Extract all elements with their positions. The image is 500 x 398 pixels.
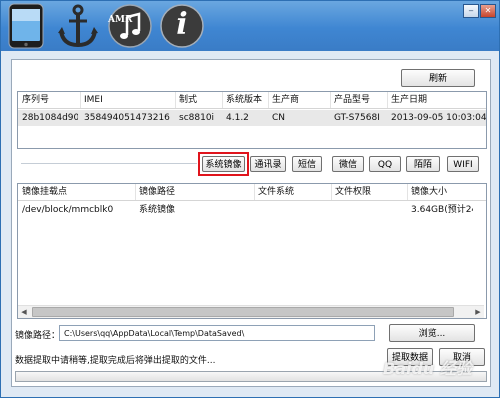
cell-manufacturer: CN — [272, 113, 286, 123]
watermark: Baidu 经验 — [383, 359, 472, 378]
info-glyph: i — [176, 7, 188, 42]
col-os-version[interactable]: 系统版本 — [226, 92, 262, 108]
tab-qq[interactable]: QQ — [369, 156, 401, 172]
scroll-left-icon[interactable]: ◀ — [18, 306, 30, 318]
cell-serial: 28b1084d90... — [22, 113, 78, 123]
scroll-thumb[interactable] — [32, 307, 454, 317]
col-date[interactable]: 生产日期 — [391, 92, 427, 108]
image-path-input[interactable]: C:\Users\qq\AppData\Local\Temp\DataSaved… — [59, 325, 375, 341]
amr-music-icon[interactable]: AMR — [107, 3, 153, 49]
cell-date: 2013-09-05 10:03:04 — [391, 113, 487, 123]
cell-os-version: 4.1.2 — [226, 113, 249, 123]
image-table: 镜像挂载点 镜像路径 文件系统 文件权限 镜像大小 /dev/block/mmc… — [17, 183, 487, 319]
cell-standard: sc8810i — [179, 113, 215, 123]
amr-label: AMR — [108, 15, 133, 25]
tab-wechat[interactable]: 微信 — [332, 156, 364, 172]
tab-sms[interactable]: 短信 — [292, 156, 322, 172]
phone-icon[interactable] — [3, 3, 49, 49]
image-path-label: 镜像路径： — [15, 331, 61, 341]
tab-momo[interactable]: 陌陌 — [406, 156, 440, 172]
close-button[interactable]: ✕ — [480, 4, 496, 18]
tab-wifi[interactable]: WIFI — [447, 156, 479, 172]
col-manufacturer[interactable]: 生产商 — [272, 92, 299, 108]
cell-imei: 358494051473216 — [84, 113, 170, 123]
col-mount-point[interactable]: 镜像挂载点 — [22, 184, 67, 200]
col-filesystem[interactable]: 文件系统 — [258, 184, 294, 200]
col-image-path[interactable]: 镜像路径 — [139, 184, 175, 200]
anchor-icon[interactable] — [55, 3, 101, 49]
title-bar: AMR i ‒ ✕ — [1, 1, 499, 51]
highlight-box — [198, 152, 249, 176]
cell-image-size: 3.64GB(预计24... — [411, 205, 473, 215]
cell-mount-point: /dev/block/mmcblk0 — [22, 205, 114, 215]
status-text: 数据提取中请稍等,提取完成后将弹出提取的文件... — [15, 356, 216, 366]
minimize-button[interactable]: ‒ — [463, 4, 479, 18]
col-model[interactable]: 产品型号 — [334, 92, 370, 108]
info-icon[interactable]: i — [159, 3, 205, 49]
device-table: 序列号 IMEI 制式 系统版本 生产商 产品型号 生产日期 28b1084d9… — [17, 91, 487, 149]
cell-image-path: 系统镜像 — [139, 205, 176, 215]
col-permissions[interactable]: 文件权限 — [335, 184, 371, 200]
browse-button[interactable]: 浏览... — [389, 324, 475, 342]
tab-contacts[interactable]: 通讯录 — [250, 156, 286, 172]
app-window: AMR i ‒ ✕ 刷新 序列号 IMEI 制式 系统版本 生产商 产品型号 生… — [0, 0, 500, 398]
scroll-right-icon[interactable]: ▶ — [472, 306, 484, 318]
table-row[interactable]: 28b1084d90... 358494051473216 sc8810i 4.… — [18, 110, 486, 126]
horizontal-scrollbar[interactable]: ◀ ▶ — [18, 305, 484, 318]
refresh-button[interactable]: 刷新 — [401, 69, 475, 87]
device-table-header: 序列号 IMEI 制式 系统版本 生产商 产品型号 生产日期 — [18, 92, 486, 109]
table-row[interactable]: /dev/block/mmcblk0 系统镜像 3.64GB(预计24... — [18, 202, 486, 218]
image-table-header: 镜像挂载点 镜像路径 文件系统 文件权限 镜像大小 — [18, 184, 486, 201]
col-standard[interactable]: 制式 — [179, 92, 197, 108]
col-image-size[interactable]: 镜像大小 — [411, 184, 447, 200]
tab-divider — [21, 163, 197, 164]
col-imei[interactable]: IMEI — [84, 92, 103, 108]
cell-model: GT-S7568I — [334, 113, 380, 123]
col-serial[interactable]: 序列号 — [22, 92, 49, 108]
